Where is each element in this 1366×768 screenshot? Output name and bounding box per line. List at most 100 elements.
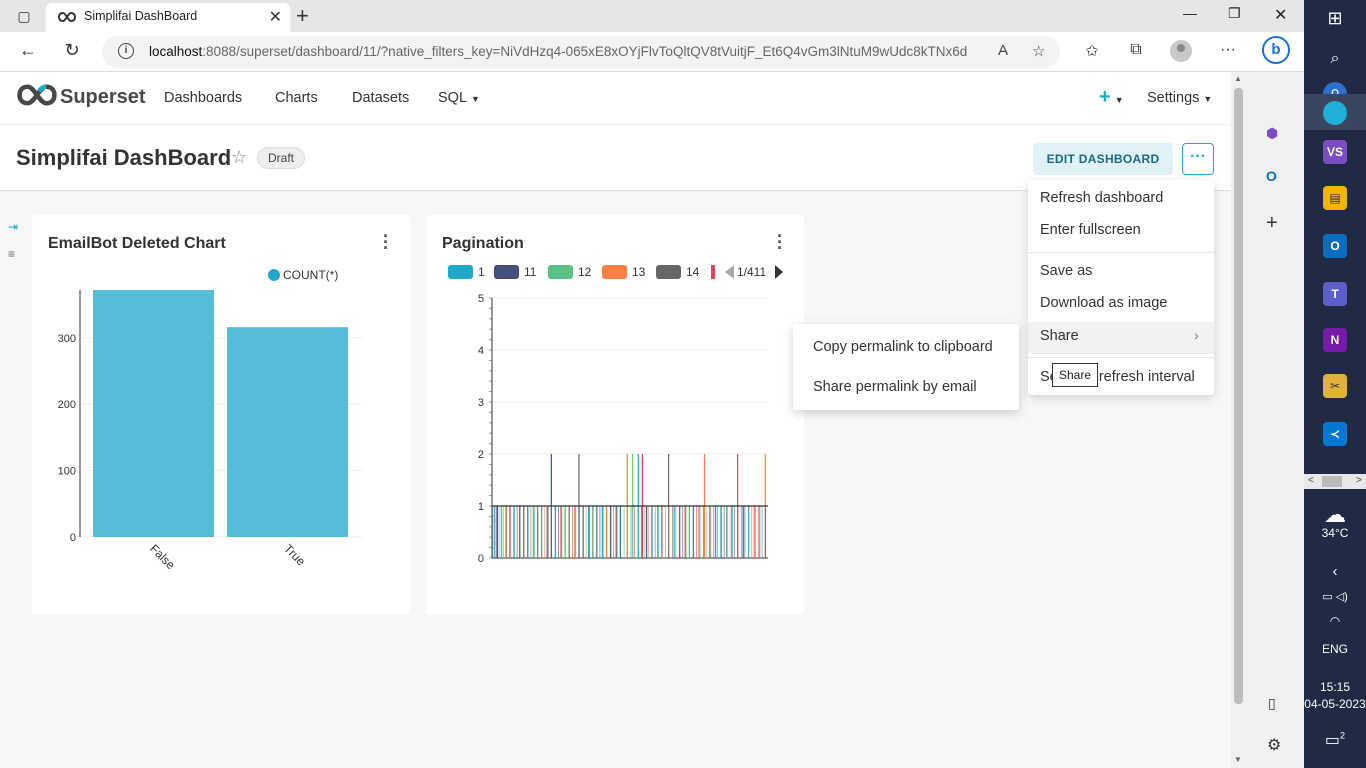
menu-share-label: Share [1040,328,1079,344]
y-tick-label: 0 [70,532,76,544]
read-aloud-icon[interactable]: A [998,42,1008,59]
edit-dashboard-button[interactable]: EDIT DASHBOARD [1033,143,1173,175]
menu-save-as[interactable]: Save as [1040,263,1092,279]
legend-label: 11 [524,265,537,279]
url-text[interactable]: localhost:8088/superset/dashboard/11/?na… [149,44,989,59]
chart-card-pagination: Pagination ··· 0123451111213141/41106:36… [426,215,804,615]
profile-avatar[interactable] [1170,40,1192,62]
y-tick-label: 100 [58,466,76,478]
caret-down-icon: ▼ [471,94,480,104]
wifi-icon[interactable]: ◠ [1304,614,1366,628]
address-bar[interactable]: i localhost:8088/superset/dashboard/11/?… [102,36,1060,68]
close-tab-icon[interactable]: ✕ [269,7,282,27]
minimize-icon[interactable]: — [1183,5,1197,21]
scroll-left-icon[interactable]: < [1308,475,1314,486]
scroll-right-icon[interactable]: > [1356,475,1362,486]
search-icon[interactable]: ⌕ [1304,50,1366,68]
y-tick-label: 2 [478,449,484,461]
visual-studio-icon[interactable]: VS [1323,140,1347,164]
expand-filters-icon[interactable]: ⇥ [8,220,18,234]
nav-sql-label: SQL [438,90,468,106]
site-info-icon[interactable]: i [118,43,134,59]
new-tab-icon[interactable]: + [296,3,309,29]
tab-actions-icon[interactable]: ▢ [14,6,34,26]
file-explorer-icon[interactable]: ▤ [1323,186,1347,210]
show-hidden-icons-icon[interactable]: ‹ [1304,563,1366,580]
sidebar-toggle-icon[interactable]: ▯ [1268,695,1276,712]
outlook-icon[interactable]: O [1323,234,1347,258]
snipping-tool-icon[interactable]: ✂ [1323,374,1347,398]
add-new-button[interactable]: + ▼ [1099,86,1124,109]
browser-menu-icon[interactable]: ··· [1216,41,1240,59]
legend-swatch [711,265,715,279]
language-indicator[interactable]: ENG [1304,642,1366,656]
weather-temp[interactable]: 34°C [1304,526,1366,540]
sidebar-outlook-icon[interactable]: O [1266,168,1277,184]
favorite-star-icon[interactable]: ☆ [231,147,247,168]
menu-download-image[interactable]: Download as image [1040,295,1167,311]
add-favorite-icon[interactable]: ☆ [1032,42,1045,60]
back-icon[interactable]: ← [16,40,40,61]
chart-card-emailbot: EmailBot Deleted Chart · · · 0 100 200 300 COU… [32,215,410,615]
tab-title: Simplifai DashBoard [84,9,198,23]
collections-icon[interactable]: ⧉ [1124,41,1148,59]
dashboard-title[interactable]: Simplifai DashBoard [16,145,231,171]
legend-swatch [448,265,473,279]
settings-gear-icon[interactable]: ⚙ [1267,735,1281,755]
vscode-icon[interactable]: ≺ [1323,422,1347,446]
edge-app-icon[interactable] [1304,94,1366,130]
bing-icon[interactable]: b [1262,36,1290,64]
x-tick-label: True [281,541,308,568]
browser-tab-bar: ▢ Simplifai DashBoard ✕ + — ❐ ✕ [0,0,1304,32]
legend-swatch [494,265,519,279]
start-icon[interactable]: ⊞ [1304,8,1366,29]
browser-toolbar: ← ↻ i localhost:8088/superset/dashboard/… [0,32,1304,72]
nav-charts[interactable]: Charts [275,90,318,106]
settings-menu[interactable]: Settings ▼ [1147,90,1212,106]
filter-icon[interactable]: ≡ [8,247,15,261]
y-tick-label: 0 [478,553,484,565]
teams-icon[interactable]: T [1323,282,1347,306]
draft-badge[interactable]: Draft [257,147,305,169]
taskbar-scrollbar[interactable]: < > [1304,474,1366,489]
legend-label: 12 [578,265,592,279]
scroll-up-icon[interactable]: ▲ [1234,74,1242,83]
add-sidebar-app-icon[interactable]: + [1266,212,1278,235]
nav-sql[interactable]: SQL ▼ [438,90,480,106]
edge-logo-icon [1323,100,1347,125]
scroll-down-icon[interactable]: ▼ [1234,755,1242,764]
scrollbar-thumb[interactable] [1234,88,1243,704]
notifications-icon[interactable]: ▭2 [1304,730,1366,750]
nav-datasets[interactable]: Datasets [352,90,409,106]
restore-icon[interactable]: ❐ [1228,5,1241,22]
copy-permalink-item[interactable]: Copy permalink to clipboard [813,339,993,355]
menu-divider [1028,252,1214,253]
clock-time[interactable]: 15:15 [1304,680,1366,694]
refresh-icon[interactable]: ↻ [60,40,84,61]
y-tick-label: 1 [478,501,484,513]
scrollbar-thumb[interactable] [1322,476,1342,487]
battery-volume-icon[interactable]: ▭ ◁) [1304,590,1366,603]
favorites-icon[interactable]: ✩ [1080,41,1104,61]
superset-logo-icon[interactable] [16,84,58,106]
bar [93,290,214,537]
superset-tab-icon [58,11,76,23]
more-actions-button[interactable]: ··· [1182,143,1214,175]
clock-date[interactable]: 04-05-2023 [1304,697,1366,711]
nav-dashboards[interactable]: Dashboards [164,90,242,106]
page-scrollbar[interactable]: ▲ ▼ [1231,72,1246,768]
x-tick-label: False [147,541,178,572]
sidebar-m365-icon[interactable]: ⬢ [1266,125,1278,142]
share-submenu: Copy permalink to clipboard Share permal… [793,324,1019,410]
menu-share[interactable]: Share › [1028,322,1214,354]
menu-enter-fullscreen[interactable]: Enter fullscreen [1040,222,1141,238]
brand-name[interactable]: Superset [60,86,146,109]
email-permalink-item[interactable]: Share permalink by email [813,379,977,395]
onenote-icon[interactable]: N [1323,328,1347,352]
settings-label: Settings [1147,90,1200,106]
close-window-icon[interactable]: ✕ [1274,5,1287,25]
browser-tab[interactable]: Simplifai DashBoard ✕ [46,3,290,32]
menu-refresh-dashboard[interactable]: Refresh dashboard [1040,190,1163,206]
menu-divider [1028,357,1214,358]
weather-icon[interactable]: ☁ [1304,502,1366,528]
